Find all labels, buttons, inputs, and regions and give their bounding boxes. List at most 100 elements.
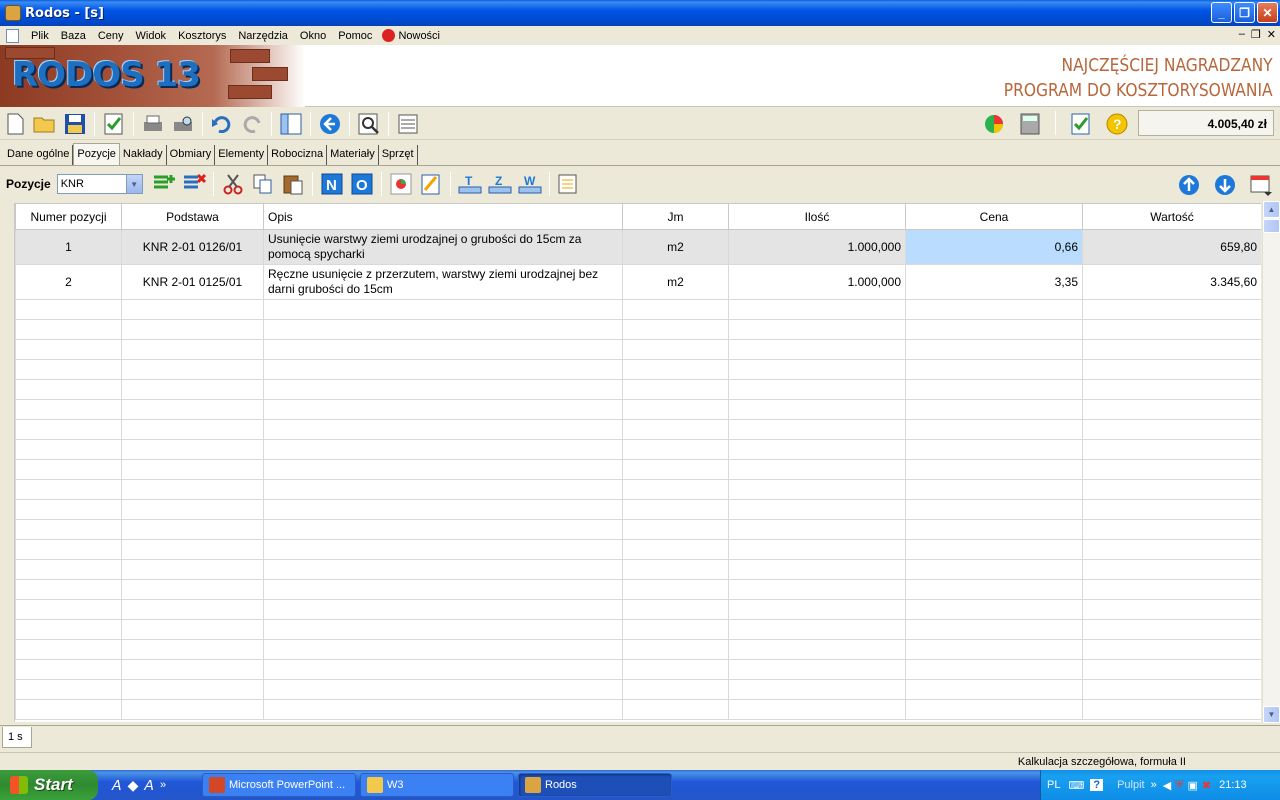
cell-ilosc[interactable]: 1.000,000 bbox=[728, 264, 906, 300]
menu-nowosci[interactable]: Nowości bbox=[398, 30, 440, 42]
empty-cell[interactable] bbox=[1082, 459, 1261, 480]
empty-table-row[interactable] bbox=[15, 639, 1261, 660]
empty-cell[interactable] bbox=[1082, 299, 1261, 320]
empty-table-row[interactable] bbox=[15, 479, 1261, 500]
empty-cell[interactable] bbox=[622, 619, 729, 640]
empty-cell[interactable] bbox=[1082, 579, 1261, 600]
t-tool-icon[interactable]: T bbox=[457, 171, 483, 197]
menu-narzedzia[interactable]: Narzędzia bbox=[232, 30, 294, 42]
empty-cell[interactable] bbox=[263, 599, 623, 620]
tab-materialy[interactable]: Materiały bbox=[327, 145, 379, 165]
empty-cell[interactable] bbox=[15, 499, 122, 520]
empty-cell[interactable] bbox=[263, 339, 623, 360]
empty-cell[interactable] bbox=[728, 399, 906, 420]
expand-tray-icon[interactable]: » bbox=[1151, 779, 1157, 791]
empty-cell[interactable] bbox=[15, 479, 122, 500]
empty-cell[interactable] bbox=[622, 399, 729, 420]
print-preview-icon[interactable] bbox=[170, 111, 196, 137]
empty-cell[interactable] bbox=[15, 399, 122, 420]
redo-icon[interactable] bbox=[239, 111, 265, 137]
empty-cell[interactable] bbox=[905, 419, 1083, 440]
add-row-icon[interactable] bbox=[151, 171, 177, 197]
empty-cell[interactable] bbox=[15, 359, 122, 380]
task-powerpoint[interactable]: Microsoft PowerPoint ... bbox=[202, 773, 356, 797]
empty-cell[interactable] bbox=[1082, 319, 1261, 340]
empty-cell[interactable] bbox=[905, 559, 1083, 580]
col-podstawa[interactable]: Podstawa bbox=[121, 203, 264, 230]
empty-cell[interactable] bbox=[1082, 659, 1261, 680]
color-chart-icon[interactable] bbox=[388, 171, 414, 197]
empty-cell[interactable] bbox=[15, 299, 122, 320]
cut-icon[interactable] bbox=[220, 171, 246, 197]
menu-widok[interactable]: Widok bbox=[130, 30, 173, 42]
empty-cell[interactable] bbox=[121, 359, 264, 380]
empty-cell[interactable] bbox=[15, 439, 122, 460]
empty-cell[interactable] bbox=[15, 579, 122, 600]
empty-cell[interactable] bbox=[1082, 699, 1261, 720]
empty-cell[interactable] bbox=[728, 439, 906, 460]
empty-cell[interactable] bbox=[728, 699, 906, 720]
z-tool-icon[interactable]: Z bbox=[487, 171, 513, 197]
empty-cell[interactable] bbox=[1082, 539, 1261, 560]
empty-cell[interactable] bbox=[905, 439, 1083, 460]
empty-table-row[interactable] bbox=[15, 419, 1261, 440]
cell-nr[interactable]: 1 bbox=[15, 229, 122, 265]
empty-cell[interactable] bbox=[15, 419, 122, 440]
tab-elementy[interactable]: Elementy bbox=[215, 145, 269, 165]
empty-cell[interactable] bbox=[1082, 419, 1261, 440]
empty-cell[interactable] bbox=[263, 299, 623, 320]
w-tool-icon[interactable]: W bbox=[517, 171, 543, 197]
empty-cell[interactable] bbox=[1082, 479, 1261, 500]
copy-icon[interactable] bbox=[250, 171, 276, 197]
empty-cell[interactable] bbox=[121, 539, 264, 560]
new-document-icon[interactable] bbox=[2, 111, 28, 137]
empty-cell[interactable] bbox=[905, 539, 1083, 560]
report-icon[interactable] bbox=[556, 171, 582, 197]
empty-table-row[interactable] bbox=[15, 399, 1261, 420]
empty-table-row[interactable] bbox=[15, 539, 1261, 560]
empty-table-row[interactable] bbox=[15, 599, 1261, 620]
empty-cell[interactable] bbox=[905, 579, 1083, 600]
empty-cell[interactable] bbox=[121, 599, 264, 620]
empty-cell[interactable] bbox=[15, 619, 122, 640]
empty-cell[interactable] bbox=[121, 619, 264, 640]
undo-icon[interactable] bbox=[209, 111, 235, 137]
o-tool-icon[interactable]: O bbox=[349, 171, 375, 197]
empty-cell[interactable] bbox=[121, 679, 264, 700]
empty-cell[interactable] bbox=[121, 559, 264, 580]
cell-ilosc[interactable]: 1.000,000 bbox=[728, 229, 906, 265]
app-icon[interactable] bbox=[5, 5, 21, 21]
empty-table-row[interactable] bbox=[15, 559, 1261, 580]
empty-cell[interactable] bbox=[121, 319, 264, 340]
table-row[interactable]: 1 KNR 2-01 0126/01 Usunięcie warstwy zie… bbox=[15, 229, 1261, 265]
empty-cell[interactable] bbox=[121, 479, 264, 500]
save-icon[interactable] bbox=[62, 111, 88, 137]
print-icon[interactable] bbox=[140, 111, 166, 137]
empty-cell[interactable] bbox=[622, 499, 729, 520]
col-cena[interactable]: Cena bbox=[905, 203, 1083, 230]
empty-cell[interactable] bbox=[1082, 439, 1261, 460]
empty-cell[interactable] bbox=[728, 519, 906, 540]
empty-cell[interactable] bbox=[121, 579, 264, 600]
empty-cell[interactable] bbox=[905, 479, 1083, 500]
empty-cell[interactable] bbox=[728, 559, 906, 580]
empty-cell[interactable] bbox=[728, 639, 906, 660]
scroll-thumb[interactable] bbox=[1263, 219, 1280, 233]
empty-cell[interactable] bbox=[622, 599, 729, 620]
empty-cell[interactable] bbox=[728, 339, 906, 360]
empty-table-row[interactable] bbox=[15, 299, 1261, 320]
empty-cell[interactable] bbox=[1082, 359, 1261, 380]
menu-kosztorys[interactable]: Kosztorys bbox=[172, 30, 232, 42]
empty-cell[interactable] bbox=[728, 619, 906, 640]
mdi-restore-button[interactable]: ❐ bbox=[1251, 28, 1261, 41]
vertical-scrollbar[interactable]: ▲ ▼ bbox=[1262, 201, 1280, 723]
catalog-select[interactable]: KNR ▼ bbox=[56, 174, 143, 194]
empty-cell[interactable] bbox=[263, 519, 623, 540]
empty-cell[interactable] bbox=[263, 539, 623, 560]
tab-sprzet[interactable]: Sprzęt bbox=[379, 145, 418, 165]
empty-cell[interactable] bbox=[905, 599, 1083, 620]
columns-menu-icon[interactable] bbox=[1248, 172, 1274, 198]
table-row[interactable]: 2 KNR 2-01 0125/01 Ręczne usunięcie z pr… bbox=[15, 264, 1261, 300]
delete-row-icon[interactable] bbox=[181, 171, 207, 197]
empty-cell[interactable] bbox=[263, 619, 623, 640]
